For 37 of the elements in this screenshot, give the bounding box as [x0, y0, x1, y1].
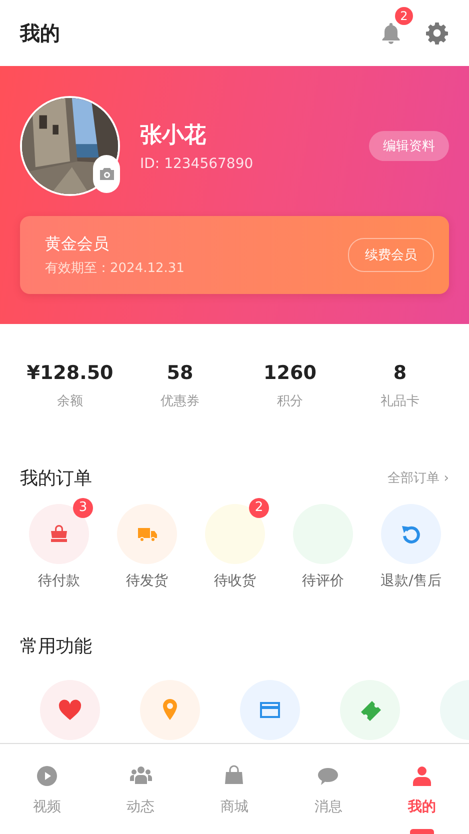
order-status-button[interactable]: 退款/售后: [367, 504, 455, 590]
notification-badge: 2: [395, 7, 413, 25]
order-status-button[interactable]: 待发货: [103, 504, 191, 590]
shopping-bag-icon: [48, 523, 70, 545]
stat-label: 礼品卡: [380, 393, 420, 410]
user-id: ID: 1234567890: [140, 156, 254, 172]
tab-bar-item[interactable]: 商城: [188, 744, 282, 834]
stat-value: 1260: [264, 362, 316, 384]
stat-value: 8: [393, 362, 407, 384]
renew-button[interactable]: 续费会员: [348, 238, 434, 272]
refresh-icon: [400, 523, 422, 545]
membership-level: 黄金会员: [45, 234, 110, 254]
order-status-button[interactable]: 待评价: [279, 504, 367, 590]
edit-profile-button[interactable]: 编辑资料: [369, 131, 449, 161]
camera-button[interactable]: [93, 155, 120, 193]
count-badge: 3: [73, 498, 93, 518]
tab-bar-item[interactable]: 我的: [375, 744, 469, 834]
section-title: 我的订单: [20, 467, 93, 490]
section-title: 常用功能: [20, 635, 93, 658]
stat-label: 积分: [277, 393, 303, 410]
stat-value: 58: [166, 362, 194, 384]
user-name: 张小花: [140, 122, 207, 150]
tab-bar-item[interactable]: 视频: [0, 744, 94, 834]
count-badge: 2: [249, 498, 269, 518]
camera-icon: [98, 167, 114, 181]
stat-label: 优惠券: [160, 393, 200, 410]
active-indicator: [410, 829, 434, 834]
stat-label: 余额: [57, 393, 83, 410]
page-title: 我的: [20, 20, 61, 46]
membership-expiry: 有效期至：2024.12.31: [45, 260, 186, 276]
tab-bar-item[interactable]: 消息: [281, 744, 376, 834]
all-orders-link[interactable]: 全部订单 ›: [388, 469, 449, 487]
heart-icon: [57, 697, 83, 723]
settings-icon[interactable]: [425, 21, 449, 45]
tab-bar-item[interactable]: 动态: [94, 744, 188, 834]
stat-value: ¥128.50: [26, 362, 114, 384]
play-icon: [34, 764, 59, 788]
